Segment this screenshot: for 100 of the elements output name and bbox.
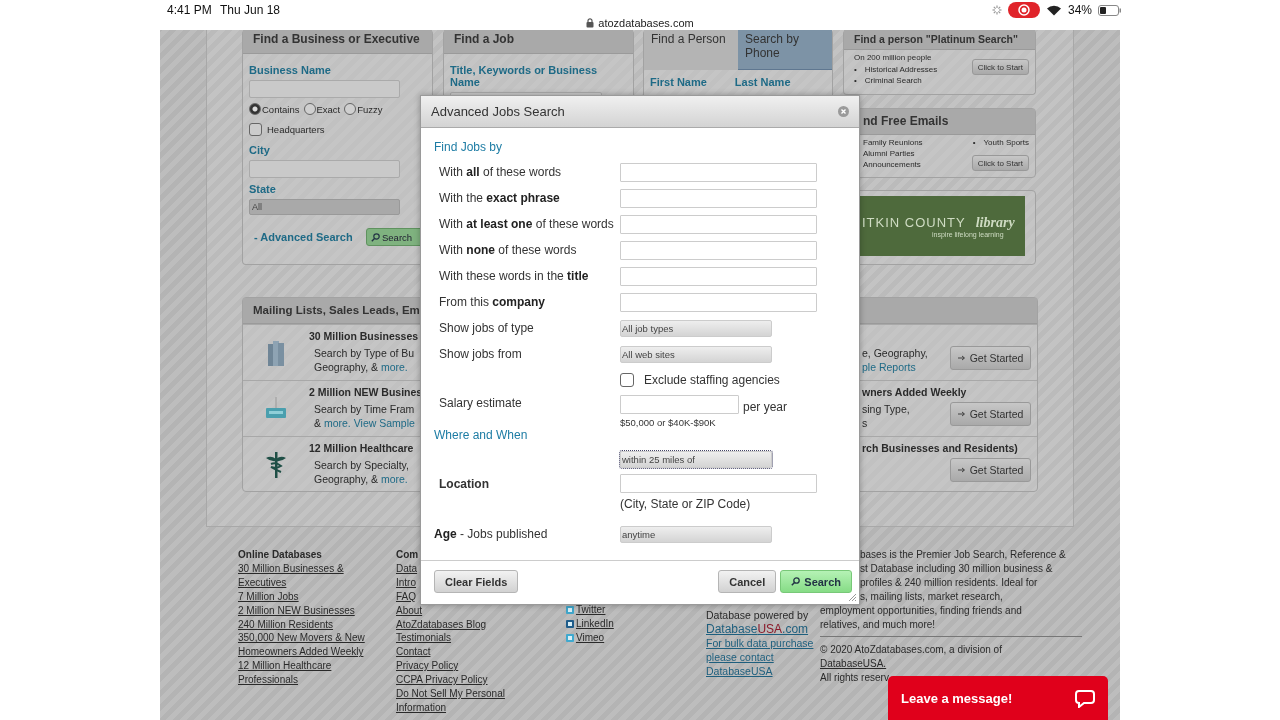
description-text: Geography, & (314, 473, 379, 485)
get-started-button[interactable]: Get Started (950, 402, 1031, 426)
footer-link[interactable]: Twitter (576, 603, 606, 617)
footer-link[interactable]: CCPA Privacy Policy (396, 673, 516, 688)
search-button[interactable]: Search (780, 570, 852, 593)
field-label: With at least one of these words (438, 217, 615, 231)
close-button[interactable] (838, 106, 849, 117)
footer-link[interactable]: LinkedIn (576, 616, 614, 631)
brand-link[interactable]: DatabaseUSA.com (706, 622, 820, 637)
bullet: • (972, 138, 976, 147)
panel-heading: Find a Business or Executive (243, 30, 432, 54)
chat-button[interactable]: Leave a message! (888, 676, 1108, 720)
footer-link[interactable]: AtoZdatabases Blog (396, 617, 516, 632)
text-field[interactable] (620, 188, 817, 208)
description-text: s (862, 417, 868, 429)
list-title: wners Added Weekly (862, 386, 968, 400)
radio-label: Contains (262, 103, 300, 115)
field-label: Title, Keywords or Business Name (450, 64, 599, 88)
banner-word: library (975, 214, 1015, 231)
unit-label: per year (743, 400, 788, 414)
description-text: Search by Type of Bu (314, 347, 415, 359)
list-title: rch Businesses and Residents) (862, 442, 1019, 456)
section-heading: Find Jobs by (434, 140, 504, 156)
get-started-button[interactable]: Get Started (950, 458, 1031, 482)
text-field[interactable] (620, 395, 739, 414)
copyright-text: © 2020 AtoZdatabases.com, a division of (820, 643, 1003, 658)
description-text: sing Type, (862, 403, 910, 415)
footer-link[interactable]: Testimonials (396, 631, 516, 646)
footer-link[interactable]: Contact (396, 645, 516, 660)
tab[interactable]: Search by Phone (738, 30, 832, 70)
radio-button[interactable] (249, 103, 261, 115)
text-link[interactable]: more. (380, 473, 408, 485)
text-field[interactable] (620, 240, 817, 260)
date-text: Thu Jun 18 (220, 3, 281, 17)
text-field[interactable] (620, 292, 817, 312)
radio-label: Exact (316, 103, 341, 115)
social-icon (566, 605, 574, 614)
text-field[interactable] (249, 160, 400, 178)
checkbox[interactable] (620, 373, 634, 387)
text-link[interactable]: more. (380, 361, 408, 373)
cancel-button[interactable]: Cancel (718, 570, 777, 593)
dropdown[interactable]: anytime (620, 525, 772, 543)
tab[interactable]: Find a Person (644, 30, 738, 70)
field-label: From this company (438, 295, 547, 309)
text-field[interactable] (620, 266, 817, 286)
banner-title: ITKIN COUNTY (862, 214, 966, 230)
clear-button[interactable]: Clear Fields (434, 570, 519, 593)
footer-link[interactable]: 12 Million Healthcare Professionals (238, 659, 373, 688)
field-label: First Name (650, 76, 707, 88)
text-link[interactable]: View Sample (353, 417, 415, 429)
text-link[interactable]: ple Reports (862, 361, 916, 373)
company-link[interactable]: DatabaseUSA. (820, 657, 1082, 672)
checkbox-label: Exclude staffing agencies (644, 373, 780, 387)
dropdown[interactable]: All web sites (620, 345, 772, 363)
rights-text: All rights reserv (820, 671, 890, 686)
list-item: Announcements (863, 160, 922, 169)
hint-text: $50,000 or $40K-$90K (620, 417, 717, 428)
field-label: Salary estimate (438, 395, 523, 410)
caduceus-icon (265, 449, 287, 480)
bullet: • (854, 65, 857, 74)
loading-icon (991, 5, 1002, 15)
dropdown[interactable]: All job types (620, 319, 772, 337)
footer-link[interactable]: 240 Million Residents (238, 617, 373, 632)
text-field[interactable] (620, 214, 817, 234)
start-button[interactable]: Click to Start (971, 155, 1029, 171)
state-select[interactable]: All (249, 199, 400, 215)
list-item: Youth Sports (983, 138, 1029, 147)
hint-text: (City, State or ZIP Code) (620, 497, 752, 511)
panel-heading: Find a person "Platinum Search" (844, 30, 1035, 50)
footer-link[interactable]: 350,000 New Movers & New Homeowners Added Weekly (238, 631, 373, 660)
dropdown[interactable]: within 25 miles of (620, 451, 772, 468)
footer-link[interactable]: About (396, 603, 516, 618)
text-field[interactable] (620, 162, 817, 182)
advanced-search-link[interactable]: - Advanced Search (254, 231, 353, 243)
checkbox[interactable] (249, 123, 262, 136)
footer-link[interactable]: Privacy Policy (396, 659, 516, 674)
text-field[interactable] (249, 80, 400, 98)
footer-link[interactable]: 7 Million Jobs (238, 589, 373, 604)
footer-link[interactable]: 30 Million Businesses & Executives (238, 561, 373, 590)
list-title: 2 Million NEW Busines (309, 386, 422, 400)
list-item: Criminal Search (864, 76, 922, 85)
radio-button[interactable] (303, 103, 316, 115)
description-text: e, Geography, (862, 347, 928, 359)
social-icon (566, 619, 574, 628)
field-label: Location (438, 476, 490, 491)
get-started-button[interactable]: Get Started (950, 346, 1031, 370)
checkbox-label: Headquarters (267, 124, 325, 135)
text-field[interactable] (620, 474, 817, 493)
list-title: 12 Million Healthcare (309, 442, 415, 456)
footer-link[interactable]: 2 Million NEW Businesses (238, 603, 373, 618)
bulk-data-link[interactable]: For bulk data purchase please contact DatabaseUSA (706, 636, 820, 679)
text-link[interactable]: more. (323, 417, 351, 429)
field-label: With these words in the title (438, 269, 590, 283)
search-icon (791, 577, 801, 586)
radio-button[interactable] (344, 103, 357, 115)
footer-link[interactable]: Do Not Sell My Personal Information (396, 687, 516, 715)
list-item: Family Reunions (863, 138, 923, 147)
field-label: Show jobs from (438, 347, 523, 361)
footer-link[interactable]: Vimeo (576, 630, 605, 645)
start-button[interactable]: Click to Start (971, 59, 1029, 75)
